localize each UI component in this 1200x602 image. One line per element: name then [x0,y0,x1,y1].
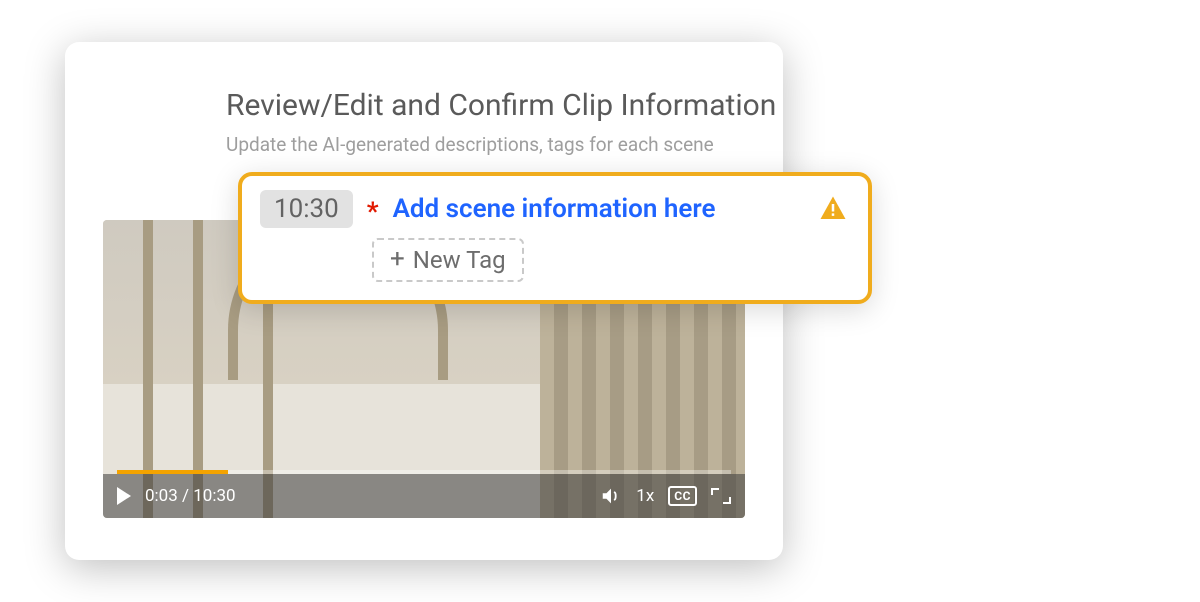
volume-icon[interactable] [600,485,622,507]
plus-icon: + [390,246,405,272]
scene-description-input[interactable]: Add scene information here [393,194,804,224]
page-subtitle: Update the AI-generated descriptions, ta… [226,133,737,156]
warning-icon [818,194,848,224]
required-marker: * [367,199,379,225]
scene-timestamp: 10:30 [260,190,353,228]
time-display: 0:03 / 10:30 [145,486,236,506]
play-button[interactable] [117,487,131,505]
new-tag-label: New Tag [413,246,506,274]
progress-played [117,470,228,474]
playback-rate-button[interactable]: 1x [636,486,654,506]
new-tag-button[interactable]: + New Tag [372,238,524,282]
page-title: Review/Edit and Confirm Clip Information [226,88,737,123]
closed-captions-button[interactable]: CC [668,486,697,506]
video-controls: 0:03 / 10:30 1x CC [103,474,745,518]
fullscreen-button[interactable] [711,488,731,504]
progress-bar[interactable] [117,470,731,474]
scene-info-popup: 10:30 * Add scene information here + New… [238,172,872,304]
